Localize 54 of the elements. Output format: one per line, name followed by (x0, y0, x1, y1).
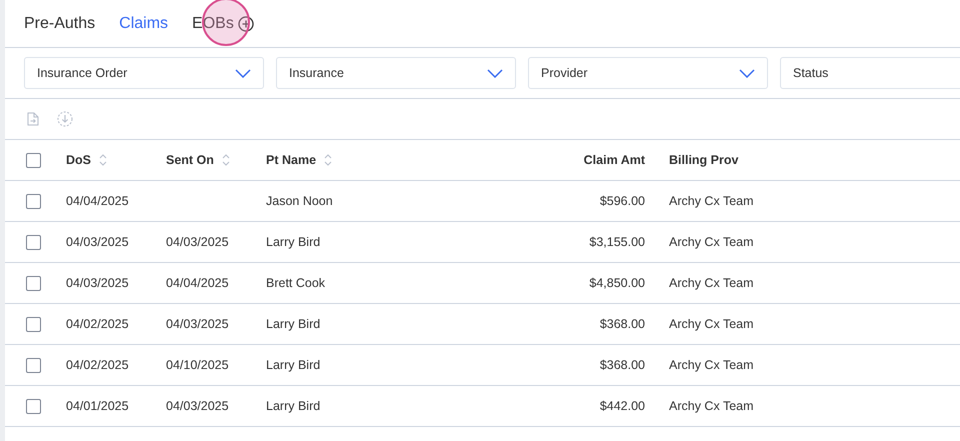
chevron-down-icon (487, 68, 503, 78)
table-cell: Archy Cx Team (669, 235, 754, 249)
column-header: Billing Prov (669, 153, 738, 167)
table-cell: 04/03/2025 (166, 317, 229, 331)
chevron-down-icon (739, 68, 755, 78)
table-cell: Brett Cook (266, 276, 326, 290)
sortable-column-header[interactable]: DoS (66, 153, 107, 167)
table-cell: 04/10/2025 (166, 358, 229, 372)
table-cell: Larry Bird (266, 317, 320, 331)
row-checkbox[interactable] (26, 398, 41, 414)
filter-dropdown[interactable]: Insurance Order (24, 57, 264, 89)
table-cell: $596.00 (600, 194, 645, 208)
table-cell: 04/03/2025 (166, 399, 229, 413)
tab[interactable]: Claims (119, 14, 168, 32)
filter-dropdown[interactable]: Status (780, 57, 960, 89)
row-checkbox[interactable] (26, 194, 41, 208)
table-cell: $4,850.00 (589, 276, 645, 290)
row-checkbox[interactable] (26, 234, 41, 250)
table-cell: Archy Cx Team (669, 317, 754, 331)
table-cell: Archy Cx Team (669, 358, 754, 372)
add-icon[interactable] (238, 16, 254, 32)
table-cell: 04/02/2025 (66, 317, 129, 331)
column-header: Claim Amt (584, 153, 645, 167)
table-cell: Archy Cx Team (669, 276, 754, 290)
filter-dropdown[interactable]: Provider (528, 57, 768, 89)
table-cell: 04/03/2025 (166, 235, 229, 249)
table-cell: 04/04/2025 (166, 276, 229, 290)
table-cell: Larry Bird (266, 235, 320, 249)
select-all-checkbox[interactable] (26, 152, 41, 168)
sortable-column-header[interactable]: Pt Name (266, 153, 332, 167)
table-cell: $368.00 (600, 358, 645, 372)
table-cell: Archy Cx Team (669, 399, 754, 413)
table-cell: $442.00 (600, 399, 645, 413)
table-cell: $368.00 (600, 317, 645, 331)
tab[interactable]: Pre-Auths (24, 14, 96, 32)
table-cell: Jason Noon (266, 194, 333, 208)
sort-icon (99, 153, 107, 167)
table-cell: Larry Bird (266, 399, 320, 413)
table-cell: 04/01/2025 (66, 399, 129, 413)
sortable-column-header[interactable]: Sent On (166, 153, 230, 167)
table-cell: $3,155.00 (589, 235, 645, 249)
chevron-down-icon (235, 68, 251, 78)
table-cell: 04/02/2025 (66, 358, 129, 372)
row-checkbox[interactable] (26, 316, 41, 332)
table-cell: 04/03/2025 (66, 235, 129, 249)
row-checkbox[interactable] (26, 358, 41, 372)
row-checkbox[interactable] (26, 276, 41, 290)
table-cell: 04/03/2025 (66, 276, 129, 290)
table-cell: 04/04/2025 (66, 194, 129, 208)
sort-icon (324, 153, 332, 167)
table-cell: Archy Cx Team (669, 194, 754, 208)
filter-dropdown[interactable]: Insurance (276, 57, 516, 89)
sort-icon (222, 153, 230, 167)
table-cell: Larry Bird (266, 358, 320, 372)
